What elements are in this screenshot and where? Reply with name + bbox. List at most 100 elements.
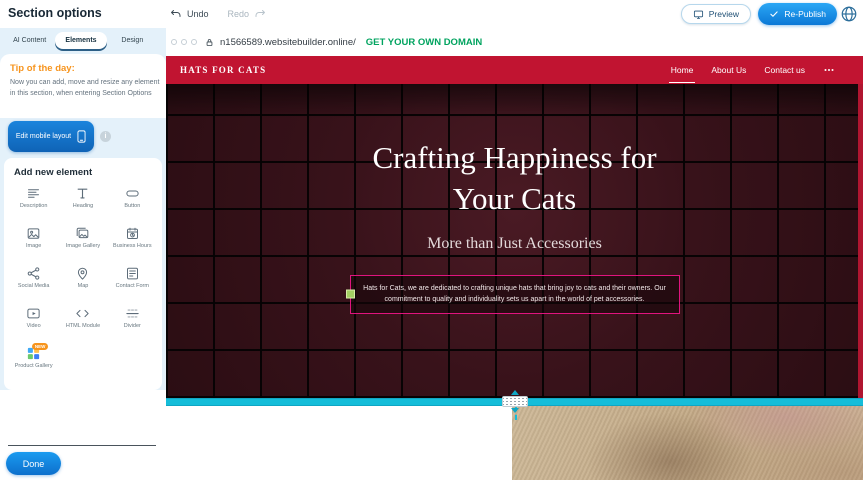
element-item-map[interactable]: Map <box>59 266 106 300</box>
heading-icon <box>75 186 90 201</box>
undo-redo-group: Undo Redo <box>170 0 266 28</box>
description-icon <box>26 186 41 201</box>
element-item-social-media[interactable]: Social Media <box>10 266 57 300</box>
carpet-photo <box>512 406 863 480</box>
undo-icon[interactable] <box>170 8 182 20</box>
site-preview: n1566589.websitebuilder.online/ GET YOUR… <box>166 28 863 480</box>
redo-icon[interactable] <box>254 8 266 20</box>
element-item-label: Image Gallery <box>59 243 106 250</box>
site-url: n1566589.websitebuilder.online/ <box>220 37 356 48</box>
page-title: Section options <box>8 6 102 20</box>
topbar: Section options Undo Redo Preview Re-Pub… <box>0 0 863 28</box>
site-logo[interactable]: HATS FOR CATS <box>180 65 266 75</box>
element-item-description[interactable]: Description <box>10 186 57 220</box>
website-canvas: HATS FOR CATS Home About Us Contact us C… <box>166 56 863 480</box>
element-item-label: Map <box>59 283 106 290</box>
add-new-element-panel: Add new element Description Heading Butt… <box>4 158 162 390</box>
get-your-own-domain-link[interactable]: GET YOUR OWN DOMAIN <box>366 37 482 48</box>
element-item-video[interactable]: Video <box>10 306 57 340</box>
window-dot-icon <box>191 39 197 45</box>
divider-icon <box>125 306 140 321</box>
element-item-label: Social Media <box>10 283 57 290</box>
preview-button[interactable]: Preview <box>681 4 751 24</box>
element-item-button[interactable]: Button <box>109 186 156 220</box>
html-module-icon <box>75 306 90 321</box>
info-icon[interactable]: i <box>100 131 111 142</box>
sidebar-footer: Done <box>0 390 166 480</box>
resize-grip-icon <box>502 396 528 407</box>
sidebar-divider <box>8 445 156 446</box>
tab-ai-content[interactable]: AI Content <box>4 32 55 49</box>
tip-title: Tip of the day: <box>10 63 156 74</box>
element-item-contact-form[interactable]: Contact Form <box>109 266 156 300</box>
section-resize-handle[interactable] <box>502 390 528 413</box>
nav-home[interactable]: Home <box>671 65 694 75</box>
social-media-icon <box>26 266 41 281</box>
tab-elements[interactable]: Elements <box>55 32 106 49</box>
tab-design[interactable]: Design <box>107 32 158 49</box>
element-grid: Description Heading Button Image Image G… <box>10 186 156 380</box>
site-scrollbar[interactable] <box>858 56 863 406</box>
element-item-divider[interactable]: Divider <box>109 306 156 340</box>
element-item-business-hours[interactable]: Business Hours <box>109 226 156 260</box>
tip-body: Now you can add, move and resize any ele… <box>10 78 160 99</box>
lock-icon <box>205 38 214 47</box>
app-window: Section options Undo Redo Preview Re-Pub… <box>0 0 863 480</box>
mobile-phone-icon <box>77 130 86 143</box>
nav-about-us[interactable]: About Us <box>711 65 746 75</box>
element-item-html-module[interactable]: HTML Module <box>59 306 106 340</box>
edit-mobile-layout-label: Edit mobile layout <box>16 133 71 140</box>
hero-heading-line1: Crafting Happiness for <box>166 138 863 179</box>
republish-button-label: Re-Publish <box>784 9 826 19</box>
hero-heading[interactable]: Crafting Happiness for Your Cats <box>166 138 863 220</box>
new-badge: NEW <box>32 343 49 350</box>
hero-subheading[interactable]: More than Just Accessories <box>166 235 863 253</box>
element-item-heading[interactable]: Heading <box>59 186 106 220</box>
element-item-label: Button <box>109 203 156 210</box>
element-item-label: Image <box>10 243 57 250</box>
window-dot-icon <box>181 39 187 45</box>
hero-heading-line2: Your Cats <box>166 179 863 220</box>
undo-button[interactable]: Undo <box>187 9 209 19</box>
hero-text-box[interactable]: Hats for Cats, we are dedicated to craft… <box>350 275 680 314</box>
business-hours-icon <box>125 226 140 241</box>
browser-bar: n1566589.websitebuilder.online/ GET YOUR… <box>166 28 863 56</box>
add-new-element-title: Add new element <box>10 167 156 178</box>
element-item-label: Description <box>10 203 57 210</box>
element-item-label: Heading <box>59 203 106 210</box>
element-item-label: Product Gallery <box>10 363 57 370</box>
redo-button[interactable]: Redo <box>228 9 250 19</box>
check-icon <box>769 9 779 19</box>
element-item-image[interactable]: Image <box>10 226 57 260</box>
button-icon <box>125 186 140 201</box>
element-item-product-gallery[interactable]: NEW Product Gallery <box>10 346 57 380</box>
edit-mobile-layout-button[interactable]: Edit mobile layout <box>8 121 94 152</box>
contact-form-icon <box>125 266 140 281</box>
site-header: HATS FOR CATS Home About Us Contact us <box>166 56 863 84</box>
resize-down-arrow-icon <box>511 408 519 413</box>
window-dot-icon <box>171 39 177 45</box>
globe-icon[interactable] <box>840 5 858 23</box>
hero-paragraph: Hats for Cats, we are dedicated to craft… <box>363 285 666 304</box>
nav-more-icon[interactable] <box>823 64 835 76</box>
map-icon <box>75 266 90 281</box>
nav-contact-us[interactable]: Contact us <box>764 65 805 75</box>
image-icon <box>26 226 41 241</box>
element-item-image-gallery[interactable]: Image Gallery <box>59 226 106 260</box>
sidebar: AI Content Elements Design Tip of the da… <box>0 28 166 480</box>
element-item-label: Business Hours <box>109 243 156 250</box>
preview-button-label: Preview <box>709 9 739 19</box>
element-resize-handle[interactable] <box>346 290 355 299</box>
element-item-label: Divider <box>109 323 156 330</box>
element-item-label: Contact Form <box>109 283 156 290</box>
done-button[interactable]: Done <box>6 452 61 475</box>
video-icon <box>26 306 41 321</box>
site-nav: Home About Us Contact us <box>671 64 835 76</box>
hero-section: Crafting Happiness for Your Cats More th… <box>166 84 863 398</box>
monitor-icon <box>693 9 704 20</box>
element-item-label: HTML Module <box>59 323 106 330</box>
image-gallery-icon <box>75 226 90 241</box>
tip-of-the-day: Tip of the day: Now you can add, move an… <box>0 54 166 118</box>
republish-button[interactable]: Re-Publish <box>758 3 837 25</box>
resize-up-arrow-icon <box>511 390 519 395</box>
